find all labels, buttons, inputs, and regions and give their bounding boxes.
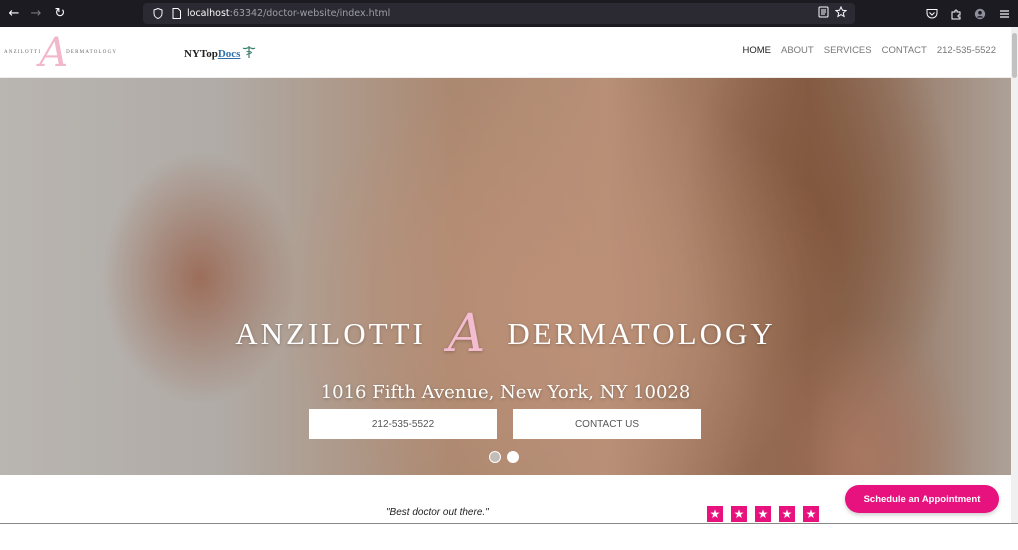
menu-icon[interactable] bbox=[994, 0, 1014, 27]
site-header: ANZILOTTI A DERMATOLOGY NYTop Docs HOME A… bbox=[0, 27, 1011, 78]
carousel-indicators bbox=[489, 451, 519, 463]
pocket-icon[interactable] bbox=[922, 0, 942, 27]
nytopdocs-badge[interactable]: NYTop Docs bbox=[184, 45, 256, 62]
contact-us-button[interactable]: CONTACT US bbox=[513, 409, 701, 439]
address-bar[interactable]: localhost:63342/doctor-website/index.htm… bbox=[143, 3, 855, 24]
testimonial-quote: "Best doctor out there." bbox=[386, 507, 489, 518]
star-icon: ★ bbox=[779, 506, 795, 522]
star-icon: ★ bbox=[707, 506, 723, 522]
hero-image bbox=[0, 78, 1011, 475]
hero-title: ANZILOTTI A DERMATOLOGY bbox=[0, 304, 1011, 364]
reader-view-icon[interactable] bbox=[818, 6, 829, 21]
logo-text-left: ANZILOTTI bbox=[4, 50, 42, 55]
page-bottom bbox=[0, 524, 1018, 550]
hero-title-left: ANZILOTTI bbox=[235, 316, 426, 351]
nav-contact[interactable]: CONTACT bbox=[882, 45, 927, 56]
shield-icon[interactable] bbox=[151, 7, 165, 21]
logo-mark: A bbox=[39, 29, 69, 76]
scrollbar-thumb[interactable] bbox=[1012, 33, 1017, 78]
hero-title-mark: A bbox=[447, 304, 486, 364]
schedule-appointment-button[interactable]: Schedule an Appointment bbox=[845, 485, 999, 513]
nav-phone[interactable]: 212-535-5522 bbox=[937, 45, 996, 56]
main-nav: HOME ABOUT SERVICES CONTACT 212-535-5522 bbox=[743, 45, 997, 56]
hero-carousel: ANZILOTTI A DERMATOLOGY 1016 Fifth Avenu… bbox=[0, 78, 1011, 475]
partner-suffix: Docs bbox=[217, 47, 241, 60]
logo-text-right: DERMATOLOGY bbox=[66, 50, 118, 55]
bookmark-star-icon[interactable] bbox=[834, 5, 848, 21]
hero-address: 1016 Fifth Avenue, New York, NY 10028 bbox=[320, 382, 691, 403]
star-icon: ★ bbox=[803, 506, 819, 522]
page-scrollbar[interactable] bbox=[1011, 27, 1018, 523]
extensions-icon[interactable] bbox=[946, 0, 966, 27]
caduceus-icon bbox=[242, 45, 256, 62]
site-logo[interactable]: ANZILOTTI A DERMATOLOGY bbox=[4, 31, 164, 74]
back-icon[interactable]: ← bbox=[2, 0, 26, 27]
forward-icon[interactable]: → bbox=[24, 0, 48, 27]
star-rating: ★ ★ ★ ★ ★ bbox=[707, 506, 819, 522]
url-path: :63342/doctor-website/index.html bbox=[229, 8, 391, 19]
url-host: localhost bbox=[187, 8, 230, 19]
browser-toolbar: ← → ↻ localhost:63342/doctor-website/ind… bbox=[0, 0, 1018, 27]
hero-title-right: DERMATOLOGY bbox=[507, 316, 776, 351]
nav-services[interactable]: SERVICES bbox=[824, 45, 872, 56]
reload-icon[interactable]: ↻ bbox=[48, 0, 72, 27]
nav-about[interactable]: ABOUT bbox=[781, 45, 814, 56]
carousel-dot-1[interactable] bbox=[489, 451, 501, 463]
carousel-dot-2[interactable] bbox=[507, 451, 519, 463]
call-button[interactable]: 212-535-5522 bbox=[309, 409, 497, 439]
page-icon[interactable] bbox=[169, 7, 183, 21]
nav-home[interactable]: HOME bbox=[743, 45, 772, 56]
star-icon: ★ bbox=[755, 506, 771, 522]
account-icon[interactable] bbox=[970, 0, 990, 27]
partner-prefix: NYTop bbox=[184, 47, 218, 60]
star-icon: ★ bbox=[731, 506, 747, 522]
